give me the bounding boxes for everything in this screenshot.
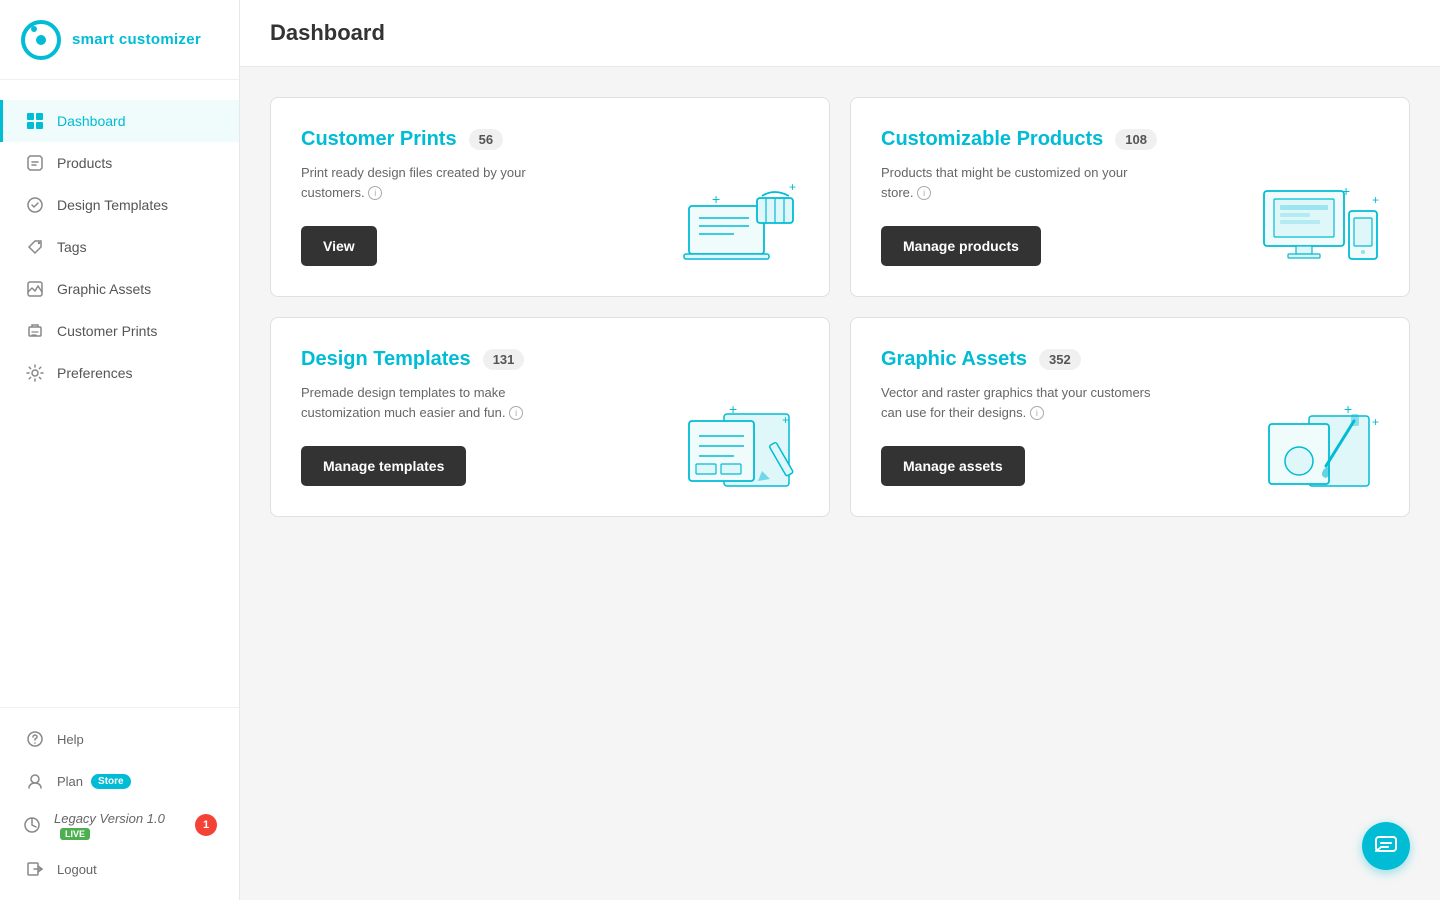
card-title-graphic-assets: Graphic Assets	[881, 348, 1027, 371]
card-count-graphic-assets: 352	[1039, 349, 1081, 370]
app-logo-icon	[20, 19, 62, 61]
dashboard-grid: Customer Prints 56 Print ready design fi…	[240, 67, 1440, 547]
manage-assets-button[interactable]: Manage assets	[881, 446, 1025, 486]
card-customizable-products: Customizable Products 108 Products that …	[850, 97, 1410, 297]
sidebar-item-plan[interactable]: Plan Store	[0, 760, 239, 802]
sidebar-item-products[interactable]: Products	[0, 142, 239, 184]
info-icon-graphic-assets[interactable]: i	[1030, 406, 1044, 420]
sidebar-logo: smart customizer	[0, 0, 239, 80]
page-header: Dashboard	[240, 0, 1440, 67]
sidebar-item-logout[interactable]: Logout	[0, 848, 239, 890]
sidebar: smart customizer Dashboard	[0, 0, 240, 900]
chat-button[interactable]	[1362, 822, 1410, 870]
card-desc-customizable-products: Products that might be customized on you…	[881, 163, 1161, 202]
tags-label: Tags	[57, 239, 87, 255]
card-header-customizable-products: Customizable Products 108	[881, 128, 1379, 151]
logout-label: Logout	[57, 862, 97, 877]
graphic-assets-icon	[25, 279, 45, 299]
svg-text:+: +	[1344, 401, 1352, 417]
svg-text:+: +	[782, 413, 789, 427]
page-title: Dashboard	[270, 20, 1410, 46]
illustration-customizable-products: + +	[1254, 176, 1384, 276]
illustration-design-templates: + +	[674, 396, 804, 496]
sidebar-item-help[interactable]: Help	[0, 718, 239, 760]
main-content: Dashboard Customer Prints 56 Print ready…	[240, 0, 1440, 900]
manage-products-button[interactable]: Manage products	[881, 226, 1041, 266]
svg-text:+: +	[1372, 193, 1379, 207]
design-templates-label: Design Templates	[57, 197, 168, 213]
illustration-customer-prints: + +	[674, 176, 804, 276]
svg-text:+: +	[712, 191, 720, 207]
illustration-graphic-assets: + +	[1254, 396, 1384, 496]
logout-icon	[25, 859, 45, 879]
sidebar-item-preferences[interactable]: Preferences	[0, 352, 239, 394]
sidebar-nav: Dashboard Products Design Templates	[0, 80, 239, 707]
tags-icon	[25, 237, 45, 257]
customer-prints-label: Customer Prints	[57, 323, 157, 339]
design-templates-icon	[25, 195, 45, 215]
card-graphic-assets: Graphic Assets 352 Vector and raster gra…	[850, 317, 1410, 517]
app-logo-text: smart customizer	[72, 31, 201, 48]
card-header-design-templates: Design Templates 131	[301, 348, 799, 371]
help-icon	[25, 729, 45, 749]
card-count-design-templates: 131	[483, 349, 525, 370]
card-title-customizable-products: Customizable Products	[881, 128, 1103, 151]
graphic-assets-label: Graphic Assets	[57, 281, 151, 297]
manage-templates-button[interactable]: Manage templates	[301, 446, 466, 486]
legacy-live-badge: LIVE	[60, 828, 90, 840]
help-label: Help	[57, 732, 84, 747]
card-count-customer-prints: 56	[469, 129, 503, 150]
sidebar-item-graphic-assets[interactable]: Graphic Assets	[0, 268, 239, 310]
card-desc-design-templates: Premade design templates to make customi…	[301, 383, 581, 422]
card-title-customer-prints: Customer Prints	[301, 128, 457, 151]
legacy-notification-badge: 1	[195, 814, 217, 836]
info-icon-customer-prints[interactable]: i	[368, 186, 382, 200]
sidebar-item-legacy[interactable]: Legacy Version 1.0 LIVE 1	[0, 802, 239, 848]
card-header-graphic-assets: Graphic Assets 352	[881, 348, 1379, 371]
chat-icon	[1374, 834, 1398, 858]
preferences-label: Preferences	[57, 365, 132, 381]
legacy-label: Legacy Version 1.0	[54, 811, 165, 826]
dashboard-label: Dashboard	[57, 113, 126, 129]
dashboard-icon	[25, 111, 45, 131]
sidebar-item-customer-prints[interactable]: Customer Prints	[0, 310, 239, 352]
view-customer-prints-button[interactable]: View	[301, 226, 377, 266]
plan-icon	[25, 771, 45, 791]
sidebar-item-design-templates[interactable]: Design Templates	[0, 184, 239, 226]
svg-text:+: +	[729, 401, 737, 417]
card-header-customer-prints: Customer Prints 56	[301, 128, 799, 151]
products-icon	[25, 153, 45, 173]
plan-store-badge: Store	[91, 774, 131, 789]
card-count-customizable-products: 108	[1115, 129, 1157, 150]
sidebar-item-tags[interactable]: Tags	[0, 226, 239, 268]
card-desc-graphic-assets: Vector and raster graphics that your cus…	[881, 383, 1161, 422]
preferences-icon	[25, 363, 45, 383]
sidebar-bottom: Help Plan Store Legacy Version 1.0	[0, 707, 239, 900]
plan-label: Plan	[57, 774, 83, 789]
info-icon-design-templates[interactable]: i	[509, 406, 523, 420]
card-desc-customer-prints: Print ready design files created by your…	[301, 163, 581, 202]
customer-prints-icon	[25, 321, 45, 341]
legacy-icon	[22, 815, 42, 835]
card-customer-prints: Customer Prints 56 Print ready design fi…	[270, 97, 830, 297]
products-label: Products	[57, 155, 112, 171]
svg-text:+: +	[789, 180, 796, 194]
card-design-templates: Design Templates 131 Premade design temp…	[270, 317, 830, 517]
card-title-design-templates: Design Templates	[301, 348, 471, 371]
info-icon-customizable-products[interactable]: i	[917, 186, 931, 200]
sidebar-item-dashboard[interactable]: Dashboard	[0, 100, 239, 142]
svg-text:+: +	[1342, 183, 1350, 199]
svg-text:+: +	[1372, 415, 1379, 429]
